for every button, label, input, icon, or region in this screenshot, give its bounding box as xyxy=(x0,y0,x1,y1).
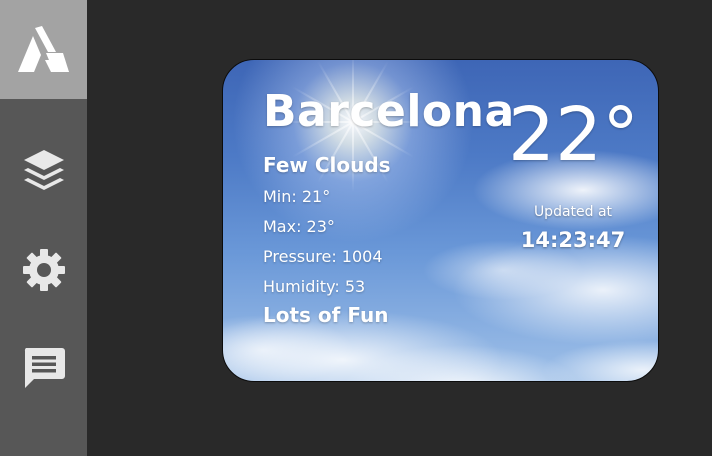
sidebar-item-home[interactable] xyxy=(0,0,87,99)
sidebar-item-messages[interactable] xyxy=(0,326,87,410)
gear-icon xyxy=(22,248,66,292)
sidebar xyxy=(0,0,87,456)
layers-icon xyxy=(22,148,66,194)
chat-message-icon xyxy=(22,346,66,390)
sidebar-item-layers[interactable] xyxy=(0,129,87,213)
updated-label: Updated at xyxy=(533,204,613,220)
tagline: Lots of Fun xyxy=(263,303,389,327)
app-root: Barcelona 22° Few Clouds Min: 21° Max: 2… xyxy=(0,0,712,456)
min-temperature: Min: 21° xyxy=(263,187,331,206)
atlassian-logo-icon xyxy=(17,25,70,74)
weather-description: Few Clouds xyxy=(263,153,391,177)
sidebar-item-settings[interactable] xyxy=(0,228,87,312)
weather-card: Barcelona 22° Few Clouds Min: 21° Max: 2… xyxy=(222,59,659,382)
humidity: Humidity: 53 xyxy=(263,277,366,296)
updated-time: 14:23:47 xyxy=(520,228,626,252)
temperature: 22° xyxy=(508,92,640,178)
max-temperature: Max: 23° xyxy=(263,217,335,236)
pressure: Pressure: 1004 xyxy=(263,247,383,266)
city-name: Barcelona xyxy=(263,86,515,137)
